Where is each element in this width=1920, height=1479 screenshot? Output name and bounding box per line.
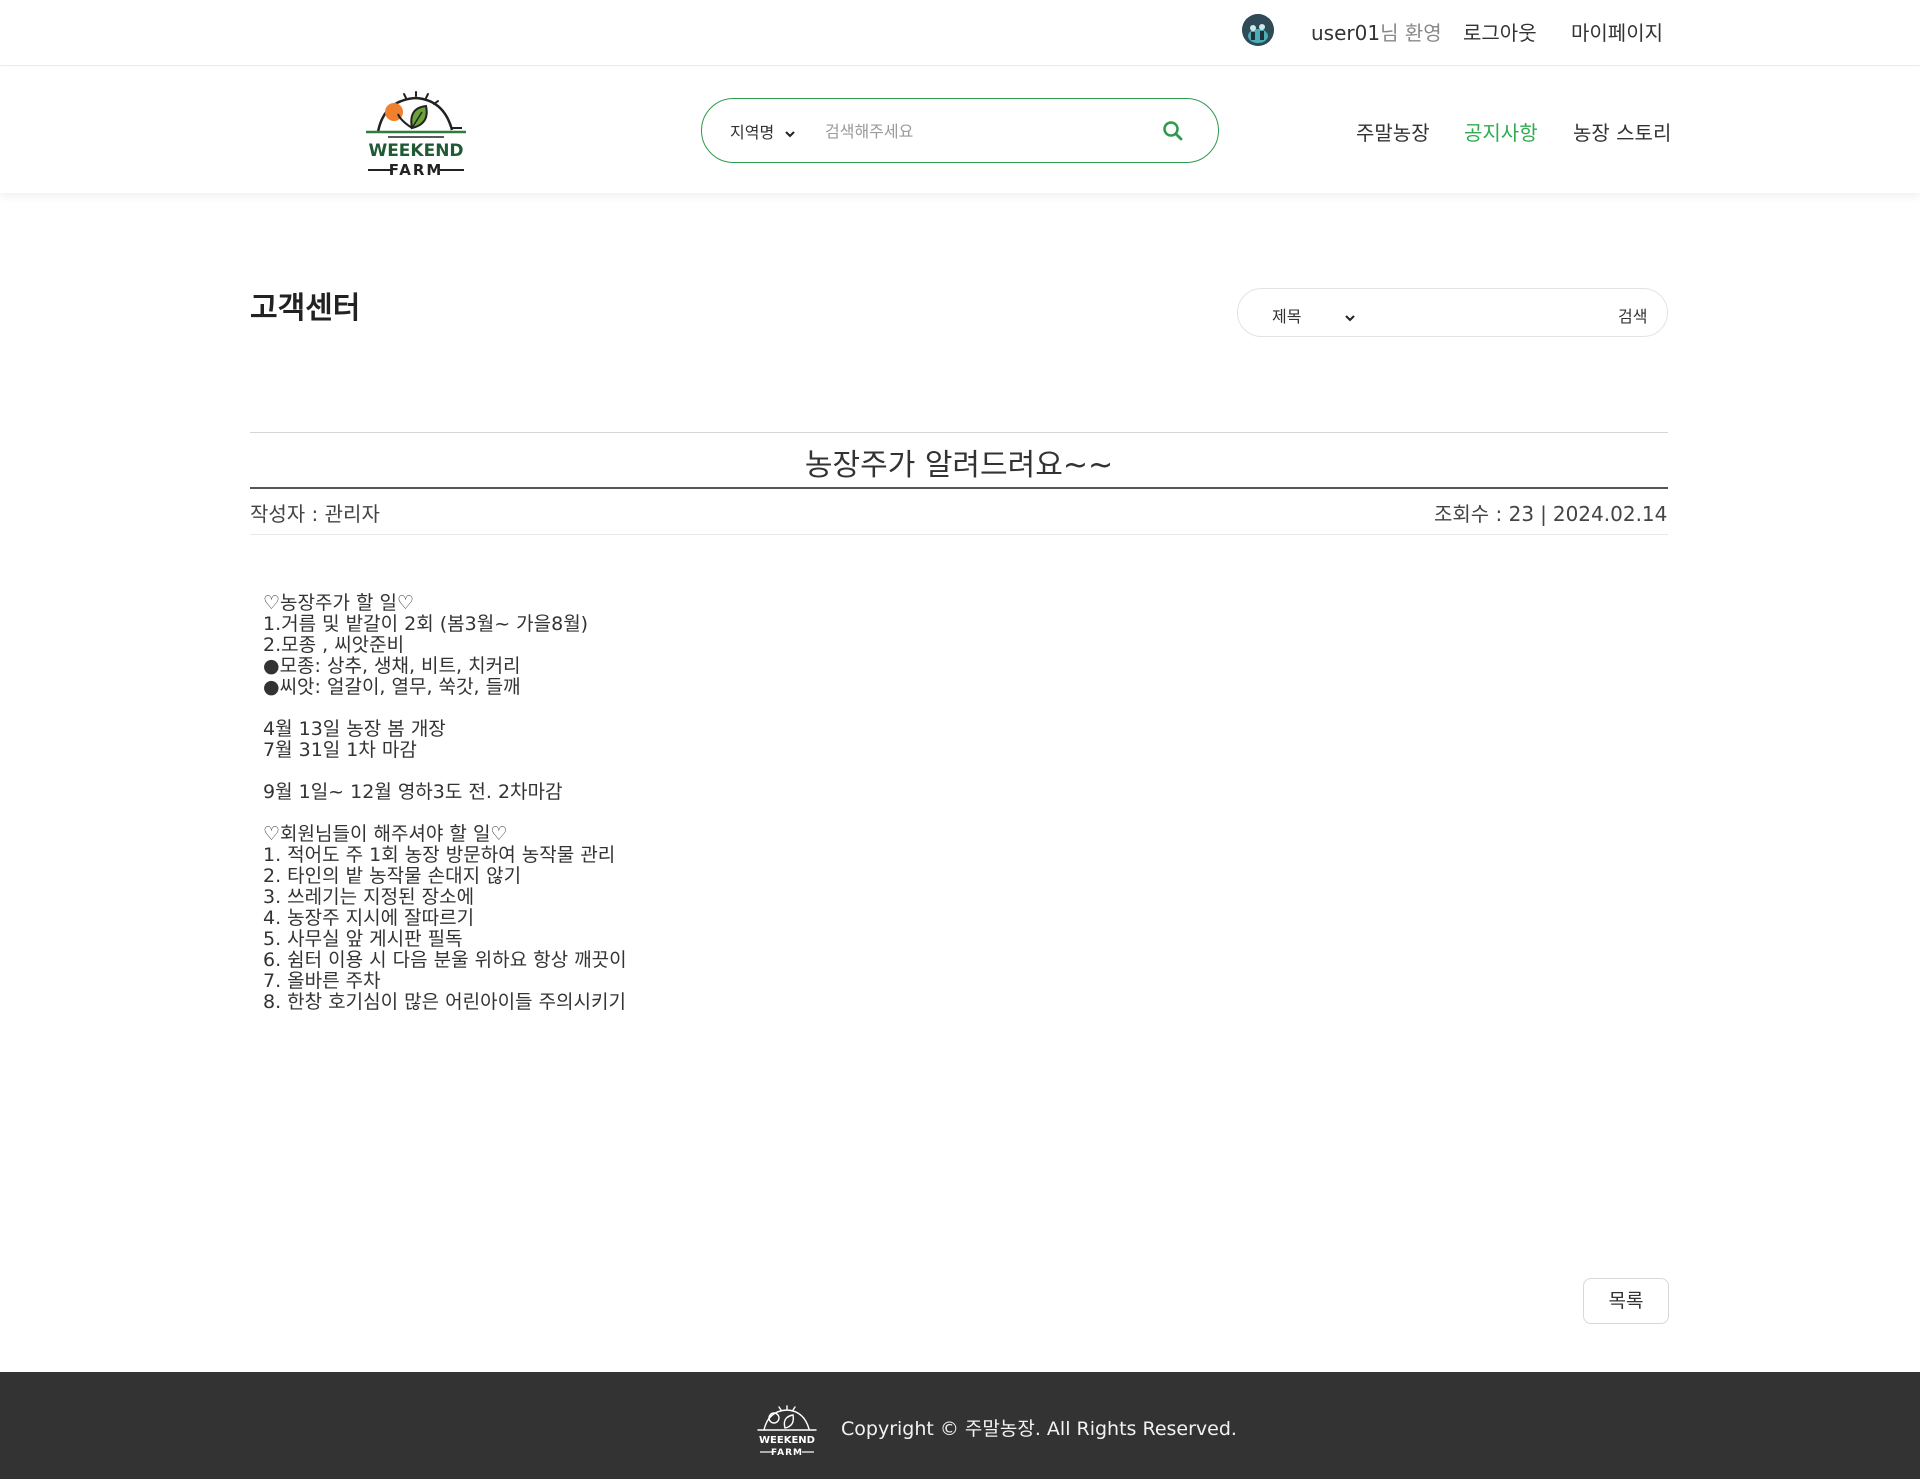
search-button[interactable] [1160,118,1186,144]
nav-weekend-farm[interactable]: 주말농장 [1356,117,1430,146]
post-author: 작성자 : 관리자 [250,502,380,526]
divider [250,487,1668,489]
body-line: ♡회원님들이 해주셔야 할 일♡ [263,823,508,845]
body-line [263,803,627,824]
weekend-farm-logo[interactable]: WEEKEND FARM [364,90,468,179]
welcome-suffix: 님 환영 [1380,21,1442,45]
body-line: 7월 31일 1차 마감 [263,739,417,761]
divider [250,534,1668,535]
avatar[interactable] [1242,14,1274,46]
body-line: 5. 사무실 앞 게시판 필독 [263,928,463,950]
logo-text-farm: FARM [389,161,444,176]
post-date: 2024.02.14 [1552,502,1668,526]
body-line: 4월 13일 농장 봄 개장 [263,718,446,740]
board-search-input[interactable] [1378,299,1578,327]
post-views: 조회수 : 23 [1434,502,1535,526]
username: user01 [1311,21,1381,45]
chevron-down-icon [1344,314,1355,321]
page-title: 고객센터 [250,291,361,326]
nav-notice[interactable]: 공지사항 [1464,117,1538,146]
search-input[interactable] [825,114,1155,148]
header-search-bar: 지역명 [701,98,1219,163]
user-avatar-icon [1242,14,1274,46]
main-header: WEEKEND FARM 지역명 주말농장 공지사항 농장 스토리 [0,67,1920,193]
footer-logo: WEEKEND FARM [756,1405,818,1458]
top-bar: user01님 환영 로그아웃 마이페이지 [0,0,1920,66]
body-line: 4. 농장주 지시에 잘따르기 [263,907,475,929]
post-title: 농장주가 알려드려요~~ [804,448,1114,483]
body-line: ♡농장주가 할 일♡ [263,592,415,614]
body-line: 3. 쓰레기는 지정된 장소에 [263,886,475,908]
body-line: 1. 적어도 주 1회 농장 방문하여 농작물 관리 [263,844,616,866]
meta-separator: | [1540,502,1547,526]
post-meta: 조회수 : 23 | 2024.02.14 [1434,498,1667,527]
post-body: ♡농장주가 할 일♡ 1.거름 및 밭갈이 2회 (봄3월~ 가을8월) 2.모… [263,593,627,1013]
body-line: ●모종: 상추, 생채, 비트, 치커리 [263,655,521,677]
footer: WEEKEND FARM Copyright © 주말농장. All Right… [0,1372,1920,1479]
body-line: 8. 한창 호기심이 많은 어린아이들 주의시키기 [263,991,626,1013]
body-line: 9월 1일~ 12월 영하3도 전. 2차마감 [263,781,563,803]
board-search-bar: 제목 검색 [1237,288,1668,337]
body-line [263,761,627,782]
body-line: 2. 타인의 밭 농작물 손대지 않기 [263,865,522,887]
body-line [263,698,627,719]
chevron-down-icon [785,130,795,137]
logout-link[interactable]: 로그아웃 [1463,17,1537,46]
search-icon [1163,121,1183,141]
body-line: ●씨앗: 얼갈이, 열무, 쑥갓, 들깨 [263,676,521,698]
search-filter-label: 제목 [1272,307,1302,326]
body-line: 6. 쉼터 이용 시 다음 분울 위하요 항상 깨끗이 [263,949,627,971]
logo-text-weekend: WEEKEND [368,141,463,161]
divider [250,432,1668,433]
body-line: 1.거름 및 밭갈이 2회 (봄3월~ 가을8월) [263,613,589,635]
footer-logo-weekend: WEEKEND [759,1435,815,1446]
logo-icon: WEEKEND FARM [366,91,466,179]
footer-logo-farm: FARM [771,1448,803,1457]
copyright-text: Copyright © 주말농장. All Rights Reserved. [841,1418,1237,1440]
search-filter-select[interactable]: 제목 [1272,303,1357,327]
nav-farm-story[interactable]: 농장 스토리 [1573,117,1671,146]
welcome-message: user01님 환영 [1311,17,1442,46]
region-select-label: 지역명 [730,123,775,142]
body-line: 7. 올바른 주차 [263,970,381,992]
region-select[interactable]: 지역명 [730,119,797,143]
board-search-button[interactable]: 검색 [1618,303,1647,327]
list-button[interactable]: 목록 [1583,1278,1669,1324]
footer-logo-icon: WEEKEND FARM [757,1405,817,1458]
body-line: 2.모종 , 씨앗준비 [263,634,405,656]
mypage-link[interactable]: 마이페이지 [1571,17,1663,46]
